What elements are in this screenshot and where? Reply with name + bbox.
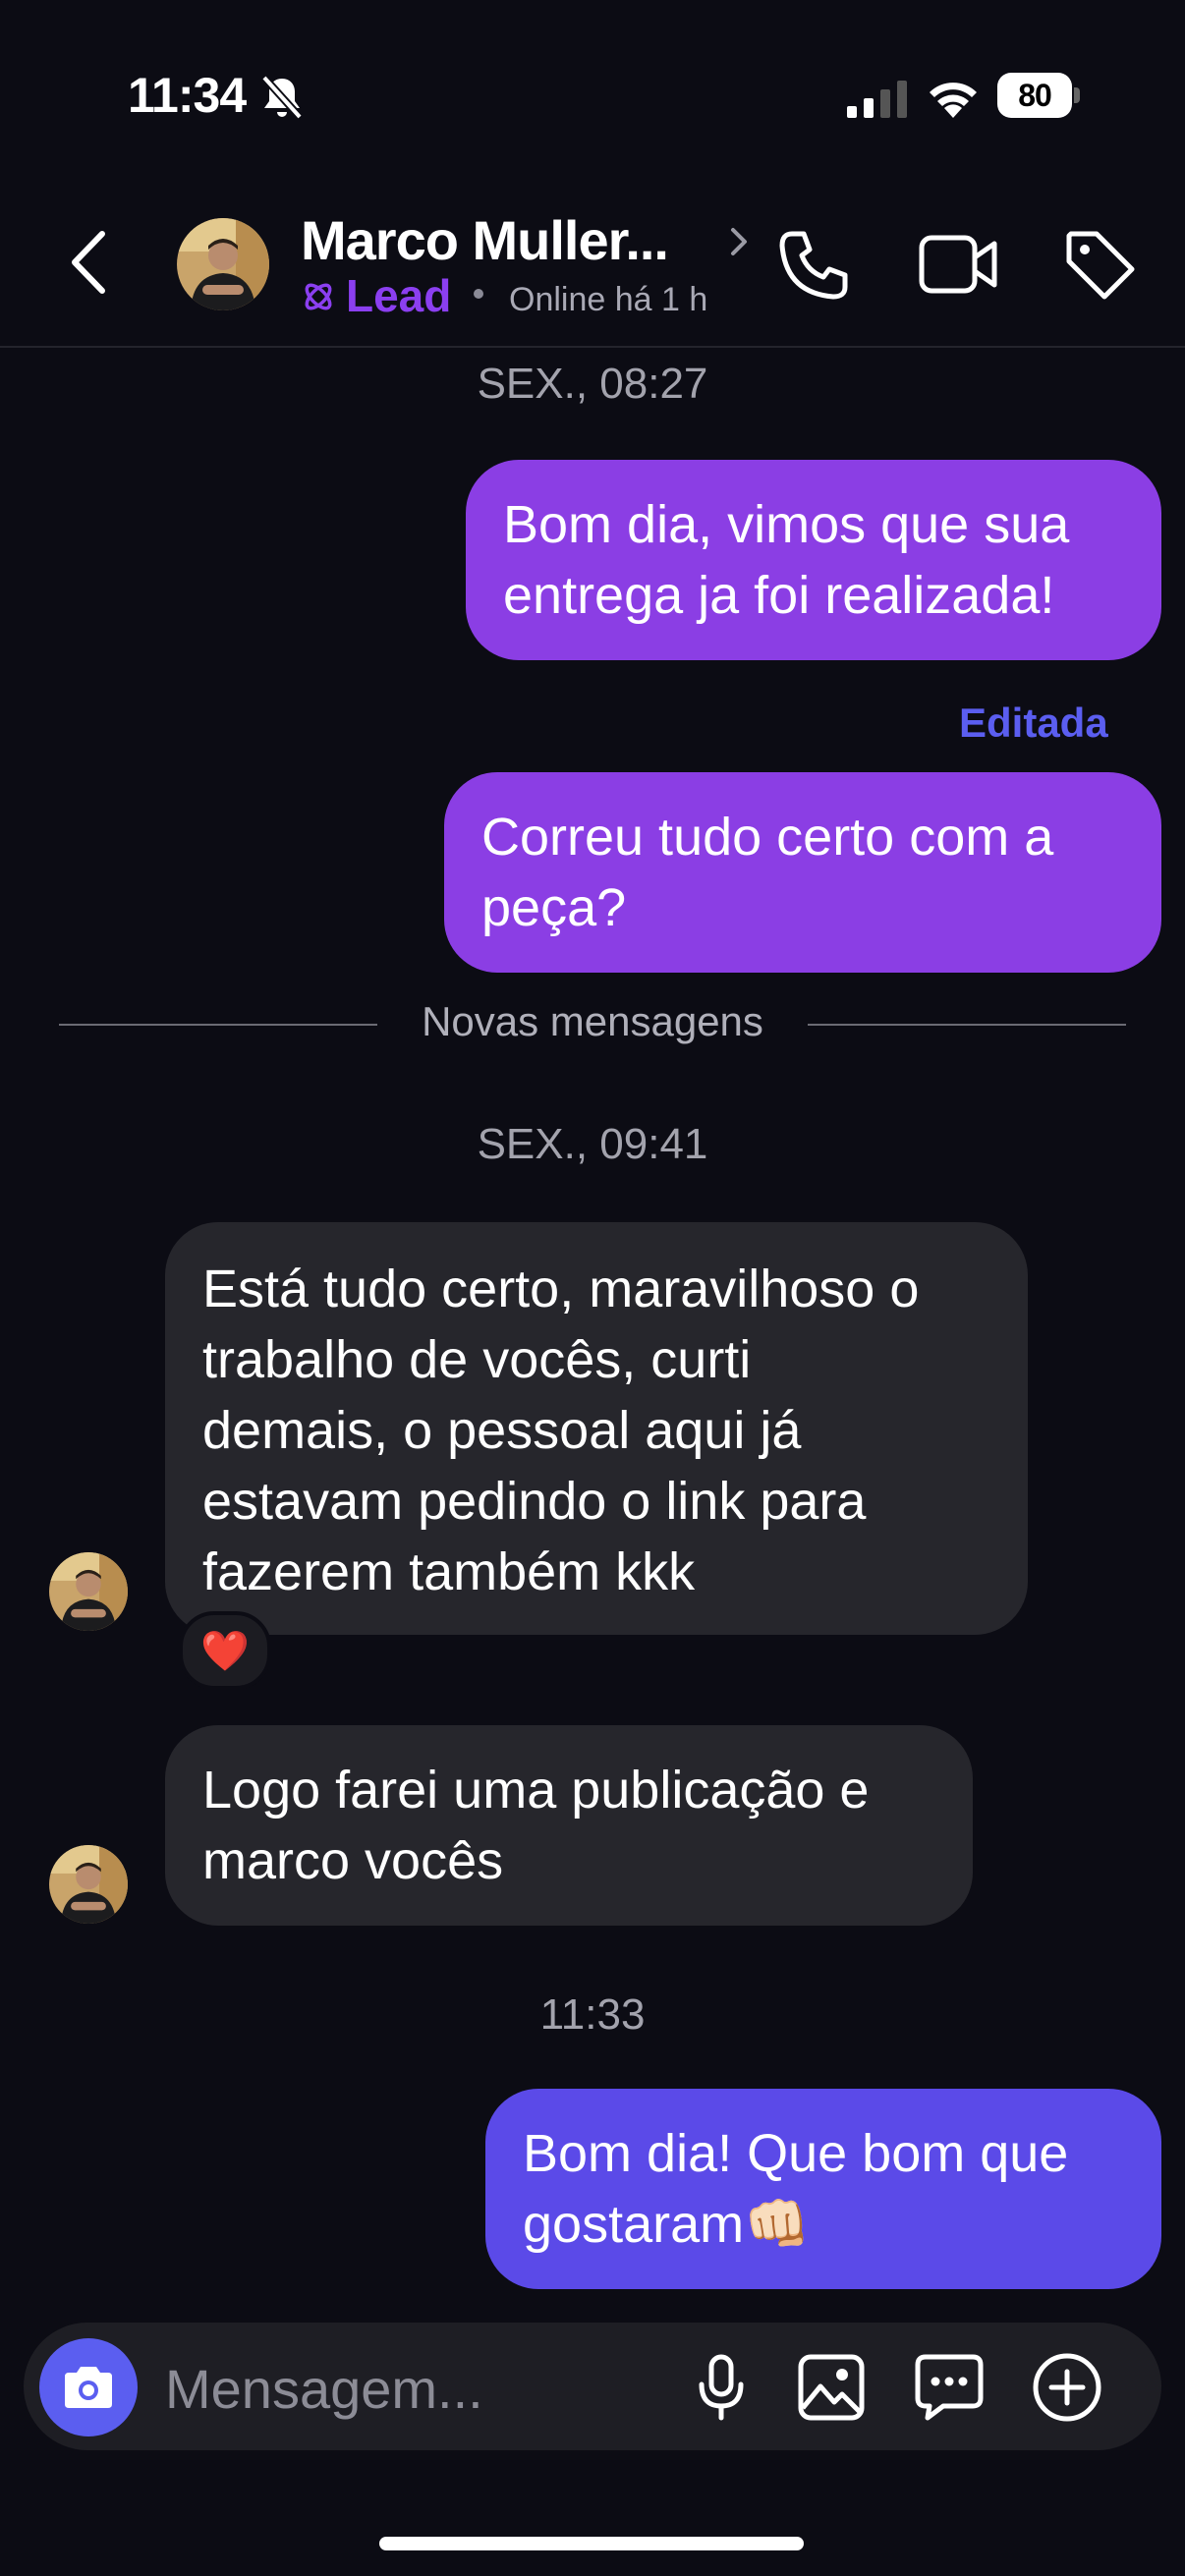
stickers-button[interactable] (908, 2346, 990, 2429)
more-button[interactable] (1026, 2346, 1108, 2429)
video-icon (919, 235, 997, 294)
message-text: Correu tudo certo com a peça? (481, 808, 1054, 937)
sender-avatar[interactable] (49, 1552, 128, 1631)
call-button[interactable] (776, 228, 851, 303)
message-text: Está tudo certo, maravilhoso o trabalho … (202, 1260, 920, 1601)
online-status: Online há 1 h (509, 281, 708, 318)
outgoing-message[interactable]: Bom dia! Que bom que gostaram👊🏻 (485, 2089, 1161, 2289)
signal-icon (847, 81, 908, 118)
back-button[interactable] (59, 218, 118, 307)
back-icon (72, 231, 105, 294)
camera-icon (65, 2367, 112, 2408)
incoming-message[interactable]: Logo farei uma publicação e marco vocês (165, 1725, 973, 1926)
video-call-button[interactable] (918, 232, 1000, 297)
edited-label: Editada (959, 700, 1108, 746)
heart-reaction[interactable]: ❤️ (179, 1611, 271, 1690)
header-divider (0, 346, 1185, 348)
incoming-message[interactable]: Está tudo certo, maravilhoso o trabalho … (165, 1222, 1028, 1635)
home-indicator[interactable] (379, 2537, 804, 2550)
battery-level: 80 (997, 73, 1072, 118)
contact-avatar[interactable] (177, 218, 269, 310)
phone-icon (779, 231, 848, 300)
gallery-button[interactable] (790, 2346, 873, 2429)
contact-name[interactable]: Marco Muller... (301, 208, 669, 272)
message-text: Bom dia! Que bom que gostaram👊🏻 (523, 2124, 1069, 2254)
wifi-icon (928, 75, 979, 118)
image-icon (798, 2354, 865, 2421)
camera-button[interactable] (39, 2338, 138, 2436)
timestamp-label: SEX., 08:27 (477, 360, 708, 408)
message-text: Bom dia, vimos que sua entrega ja foi re… (503, 495, 1070, 625)
divider-right (808, 1024, 1126, 1026)
microphone-button[interactable] (680, 2346, 762, 2429)
lead-icon (301, 279, 336, 314)
chat-icon (915, 2354, 984, 2421)
battery-indicator: 80 (997, 73, 1080, 118)
new-messages-label: Novas mensagens (422, 998, 763, 1044)
sender-avatar[interactable] (49, 1845, 128, 1924)
microphone-icon (699, 2354, 744, 2421)
separator-dot (474, 289, 483, 299)
chevron-right-icon[interactable] (727, 224, 751, 259)
bell-off-icon (257, 73, 307, 122)
status-time: 11:34 (128, 68, 247, 123)
timestamp-label: 11:33 (539, 1990, 646, 2039)
outgoing-message[interactable]: Bom dia, vimos que sua entrega ja foi re… (466, 460, 1161, 660)
tag-button[interactable] (1061, 226, 1140, 305)
plus-icon (1033, 2353, 1101, 2422)
timestamp-label: SEX., 09:41 (477, 1120, 708, 1168)
message-input[interactable] (163, 2350, 678, 2427)
lead-badge: Lead (346, 270, 452, 321)
message-text: Logo farei uma publicação e marco vocês (202, 1761, 870, 1890)
outgoing-message[interactable]: Correu tudo certo com a peça? (444, 772, 1161, 973)
tag-icon (1066, 231, 1135, 300)
